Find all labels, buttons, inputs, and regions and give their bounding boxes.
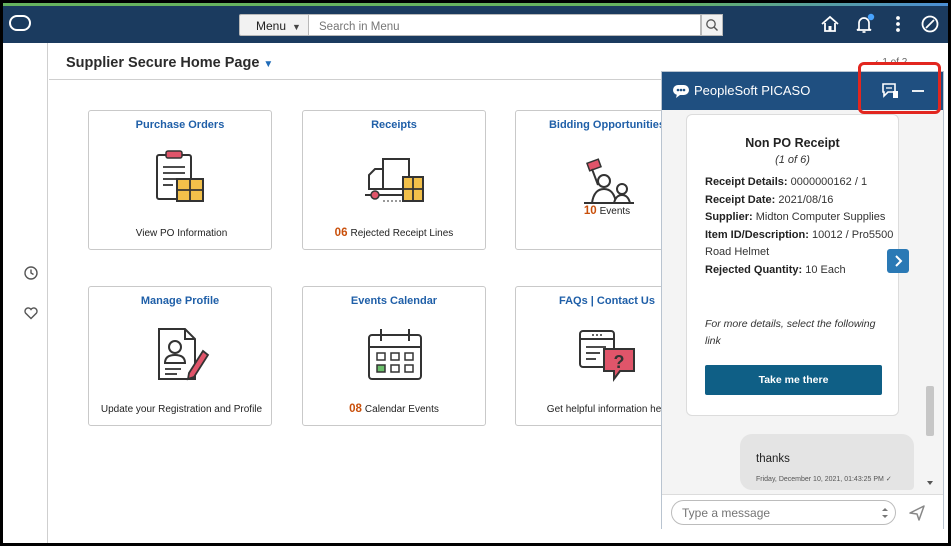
field-label: Supplier:: [705, 211, 753, 223]
left-rail: [3, 43, 48, 543]
receipt-details: Receipt Details: 0000000162 / 1 Receipt …: [705, 174, 895, 279]
detail-receipt-date: Receipt Date: 2021/08/16: [705, 192, 895, 210]
menu-button-label: Menu: [256, 19, 287, 33]
top-accent-line: [3, 3, 948, 6]
divider: [49, 79, 661, 80]
bidding-person-icon: [584, 158, 634, 204]
tile-receipts[interactable]: Receipts 06 Rejected Receipt Lines: [302, 110, 486, 250]
message-input[interactable]: [671, 500, 896, 525]
card-note: For more details, select the following l…: [705, 318, 876, 347]
app-frame: Menu▼ Supplier Secure Home Page▼ ‹1 of 2…: [0, 0, 951, 546]
tile-footer: 08 Calendar Events: [303, 403, 485, 415]
tile-footer: Update your Registration and Profile: [89, 403, 271, 415]
home-icon[interactable]: [819, 12, 841, 36]
tile-footer-text: Update your Registration and Profile: [100, 404, 263, 415]
card-subtitle: (1 of 6): [775, 154, 810, 166]
field-value: 2021/08/16: [778, 193, 834, 206]
detail-supplier: Supplier: Midton Computer Supplies: [705, 209, 895, 227]
calendar-icon: [368, 329, 422, 380]
tile-count: 10: [583, 205, 597, 217]
tile-title: Receipts: [371, 119, 417, 131]
detail-receipt-details: Receipt Details: 0000000162 / 1: [705, 174, 895, 192]
tile-footer-text: Get helpful information here: [546, 404, 671, 415]
field-value: Midton Computer Supplies: [755, 211, 886, 223]
chevron-right-icon: [895, 255, 903, 267]
message-timestamp: Friday, December 10, 2021, 01:43:25 PM ✓: [756, 476, 892, 483]
tile-footer-text: Rejected Receipt Lines: [350, 228, 454, 239]
field-label: Receipt Details:: [705, 176, 788, 188]
tile-footer-text: Events: [599, 206, 631, 217]
tile-purchase-orders[interactable]: Purchase Orders View PO Information: [88, 110, 272, 250]
more-options-icon[interactable]: [890, 12, 906, 36]
tile-footer-text: Calendar Events: [364, 404, 439, 415]
chat-scrollbar[interactable]: [924, 114, 936, 489]
svg-text:?: ?: [614, 352, 625, 372]
user-message-bubble: thanks Friday, December 10, 2021, 01:43:…: [740, 434, 914, 490]
chat-composer: [662, 494, 943, 530]
field-label: Rejected Quantity:: [705, 263, 803, 276]
top-nav-bar: Menu ▼: [3, 3, 948, 43]
take-me-there-button[interactable]: Take me there: [705, 365, 882, 395]
input-spinner-icon[interactable]: [880, 506, 890, 520]
tile-count: 06: [334, 227, 348, 239]
tile-title: Purchase Orders: [135, 119, 225, 131]
scrollbar-thumb[interactable]: [926, 386, 934, 436]
tile-title: Events Calendar: [350, 295, 438, 307]
search-button[interactable]: [701, 14, 723, 36]
tile-footer-text: View PO Information: [135, 228, 228, 239]
search-input[interactable]: [309, 14, 701, 36]
field-value: 10 Each: [805, 263, 846, 276]
tile-footer: View PO Information: [89, 227, 271, 239]
bot-message-card: Non PO Receipt (1 of 6) Receipt Details:…: [686, 114, 899, 416]
page-title: Supplier Secure Home Page: [66, 55, 260, 71]
chevron-down-icon: ▼: [263, 59, 274, 70]
search-icon: [706, 19, 718, 31]
recent-history-icon[interactable]: [23, 265, 39, 281]
chatbot-title: PeopleSoft PICASO: [694, 83, 811, 98]
tile-title: Manage Profile: [140, 295, 220, 307]
tile-manage-profile[interactable]: Manage Profile Update your Registration …: [88, 286, 272, 426]
next-card-button[interactable]: [887, 249, 909, 273]
detail-item: Item ID/Description: 10012 / Pro5500 Roa…: [705, 227, 895, 262]
profile-document-icon: [158, 328, 210, 381]
chevron-down-icon: ▼: [292, 22, 301, 32]
send-icon[interactable]: [908, 504, 926, 522]
scroll-down-icon[interactable]: [926, 480, 934, 486]
field-label: Item ID/Description:: [705, 228, 809, 241]
tile-events-calendar[interactable]: Events Calendar 08 Calendar Events: [302, 286, 486, 426]
menu-button[interactable]: Menu ▼: [239, 14, 309, 36]
card-title: Non PO Receipt: [745, 136, 840, 150]
tile-footer: 06 Rejected Receipt Lines: [303, 227, 485, 239]
tile-count: 08: [349, 403, 362, 415]
chatbot-logo-icon: [673, 85, 689, 98]
delivery-truck-icon: [365, 158, 424, 202]
help-chat-icon: ?: [579, 330, 635, 382]
user-message-text: thanks: [756, 453, 790, 465]
chatbot-panel: PeopleSoft PICASO Non PO Receipt (1 of 6…: [661, 71, 944, 530]
navbar-compass-icon[interactable]: [919, 12, 941, 36]
detail-rejected-quantity: Rejected Quantity: 10 Each: [705, 262, 895, 280]
field-label: Receipt Date:: [705, 193, 776, 206]
page-title-dropdown[interactable]: Supplier Secure Home Page ▼: [66, 55, 273, 71]
favorites-heart-icon[interactable]: [23, 305, 39, 321]
purchase-orders-icon: [156, 150, 204, 202]
highlight-box: [858, 62, 941, 114]
oracle-logo-icon[interactable]: [9, 15, 31, 31]
field-value: 0000000162 / 1: [790, 176, 868, 188]
notifications-bell-icon[interactable]: [853, 12, 877, 36]
